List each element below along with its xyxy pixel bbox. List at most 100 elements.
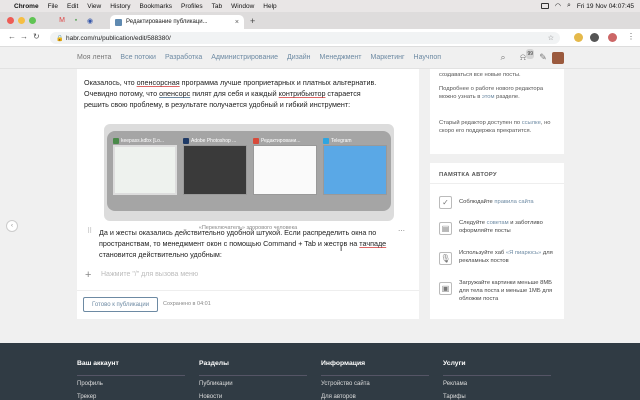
write-icon[interactable]: ✎ (538, 52, 548, 62)
editor-footer: Готово к публикации Сохранено в 04:01 (77, 290, 419, 319)
nav-feed[interactable]: Моя лента (77, 54, 111, 61)
site-rules-link[interactable]: правила сайта (494, 199, 533, 205)
forward-button[interactable]: → (20, 32, 28, 41)
menu-profiles[interactable]: Profiles (181, 3, 203, 10)
extension-icon-2[interactable] (590, 33, 599, 42)
habr-nav: Моя лента Все потоки Разработка Админист… (77, 54, 441, 61)
notifications-badge: 99 (526, 49, 534, 59)
footer-link[interactable]: Тарифы (443, 394, 467, 400)
drag-handle-icon[interactable]: ⠿ (87, 227, 92, 235)
footer-link[interactable]: Трекер (77, 394, 119, 400)
block-menu-icon[interactable]: ⋯ (398, 227, 405, 235)
footer-link[interactable]: Реклама (443, 381, 467, 387)
image-icon: ▣ (439, 282, 452, 295)
profile-avatar[interactable] (608, 33, 617, 42)
menu-tab[interactable]: Tab (212, 3, 222, 10)
habr-favicon-icon (115, 18, 122, 26)
ready-to-publish-button[interactable]: Готово к публикации (83, 297, 159, 312)
menu-help[interactable]: Help (263, 3, 276, 10)
footer-link[interactable]: Публикации (199, 381, 233, 387)
footer-col-sections: Разделы Публикации Новости (199, 360, 233, 400)
nav-all-streams[interactable]: Все потоки (120, 54, 156, 61)
menu-history[interactable]: History (110, 3, 130, 10)
reload-button[interactable]: ↻ (33, 32, 40, 41)
menu-bookmarks[interactable]: Bookmarks (139, 3, 172, 10)
switcher-window: Редактировани... (253, 136, 317, 200)
self-promo-hub-link[interactable]: «Я пиарюсь» (506, 250, 541, 256)
footer-link[interactable]: Для авторов (321, 394, 370, 400)
footer-heading: Информация (321, 360, 366, 367)
search-icon[interactable]: ⌕ (567, 2, 571, 10)
footer-heading: Ваш аккаунт (77, 360, 119, 367)
footer-heading: Разделы (199, 360, 229, 367)
lock-icon: 🔒 (56, 36, 64, 42)
back-button[interactable]: ← (8, 32, 16, 41)
nav-marketing[interactable]: Маркетинг (370, 54, 404, 61)
memo-rule: ▣ Загружайте картинки меньше 8МБ для тел… (439, 279, 559, 305)
tab-active[interactable]: Редактирование публикаци... × (110, 15, 244, 29)
notifications-icon[interactable]: ⍾ 99 (518, 49, 534, 62)
this-section-link[interactable]: этом (482, 94, 495, 100)
nav-development[interactable]: Разработка (165, 54, 202, 61)
info-text-1: создаваться все новые посты. (439, 72, 521, 78)
extension-icon[interactable] (574, 33, 583, 42)
menu-file[interactable]: File (48, 3, 58, 10)
memo-rule: 🎙 Используйте хаб «Я пиарюсь» для реклам… (439, 250, 553, 265)
clock[interactable]: Fri 19 Nov 04:07:45 (577, 3, 634, 10)
document-icon: ▤ (439, 222, 452, 235)
old-editor-link[interactable]: ссылке (522, 120, 541, 126)
browser-tab-bar: M ▪ ◉ Редактирование публикаци... × + (0, 12, 640, 29)
text-cursor-icon: I (340, 244, 343, 253)
author-memo-panel: ПАМЯТКА АВТОРУ ✓ Соблюдайте правила сайт… (430, 163, 564, 319)
nav-popsci[interactable]: Научпоп (414, 54, 442, 61)
footer-col-services: Услуги Реклама Тарифы (443, 360, 467, 400)
switcher-window: Telegram (323, 136, 387, 200)
pinned-tab-icon-2[interactable]: ◉ (84, 16, 96, 25)
figure-image[interactable]: keepass.kdbx [Lo... Adobe Photoshop ... … (104, 124, 394, 221)
url-input[interactable]: 🔒 habr.com/ru/publication/edit/588380/ ☆ (50, 32, 560, 44)
address-bar-row: ← → ↻ 🔒 habr.com/ru/publication/edit/588… (0, 29, 640, 47)
search-icon[interactable]: ⌕ (498, 52, 508, 62)
menu-edit[interactable]: Edit (67, 3, 78, 10)
info-text-2: Подробнее о работе нового редактора можн… (439, 86, 544, 100)
nav-management[interactable]: Менеджмент (320, 54, 362, 61)
chrome-menu-icon[interactable]: ⋮ (627, 32, 635, 41)
memo-rule: ✓ Соблюдайте правила сайта (439, 193, 559, 219)
paragraph-2[interactable]: Да и жесты оказались действительно удобн… (99, 227, 399, 260)
memo-rule: ▤ Следуйте советам и заботливо оформляйт… (439, 219, 559, 245)
habr-header: Моя лента Все потоки Разработка Админист… (0, 47, 640, 69)
close-window-button[interactable] (7, 17, 14, 24)
battery-icon[interactable] (540, 3, 549, 9)
menu-chrome[interactable]: Chrome (14, 3, 39, 10)
nav-admin[interactable]: Администрирование (211, 54, 278, 61)
nav-design[interactable]: Дизайн (287, 54, 311, 61)
gmail-tab-icon[interactable]: M (56, 16, 68, 25)
switcher-window: keepass.kdbx [Lo... (113, 136, 177, 200)
footer-heading: Услуги (443, 360, 466, 367)
tips-link[interactable]: советам (487, 220, 509, 226)
pinned-tab-icon[interactable]: ▪ (70, 16, 82, 25)
sidebar-toggle-icon[interactable]: ‹ (6, 220, 18, 232)
tab-title: Редактирование публикаци... (126, 19, 208, 25)
memo-title: ПАМЯТКА АВТОРУ (439, 172, 497, 178)
zoom-window-button[interactable] (29, 17, 36, 24)
paragraph-1[interactable]: Оказалось, что опенсорсная программа луч… (84, 77, 384, 110)
bookmark-star-icon[interactable]: ☆ (548, 34, 554, 42)
editor-info-panel: создаваться все новые посты. Подробнее о… (430, 69, 564, 154)
tab-close-icon[interactable]: × (235, 19, 239, 26)
footer-link[interactable]: Профиль (77, 381, 119, 387)
menu-view[interactable]: View (87, 3, 101, 10)
menu-window[interactable]: Window (231, 3, 254, 10)
add-block-icon[interactable]: + (85, 269, 91, 281)
microphone-icon: 🎙 (439, 252, 452, 265)
new-tab-button[interactable]: + (250, 16, 255, 26)
empty-block-placeholder[interactable]: Нажмите "/" для вызова меню (101, 271, 198, 278)
switcher-window: Adobe Photoshop ... (183, 136, 247, 200)
footer-link[interactable]: Новости (199, 394, 233, 400)
footer-link[interactable]: Устройство сайта (321, 381, 370, 387)
minimize-window-button[interactable] (18, 17, 25, 24)
footer-col-info: Информация Устройство сайта Для авторов (321, 360, 370, 400)
wifi-icon[interactable]: ◠ (555, 2, 561, 10)
user-avatar[interactable] (552, 52, 564, 64)
footer-col-account: Ваш аккаунт Профиль Трекер (77, 360, 119, 400)
